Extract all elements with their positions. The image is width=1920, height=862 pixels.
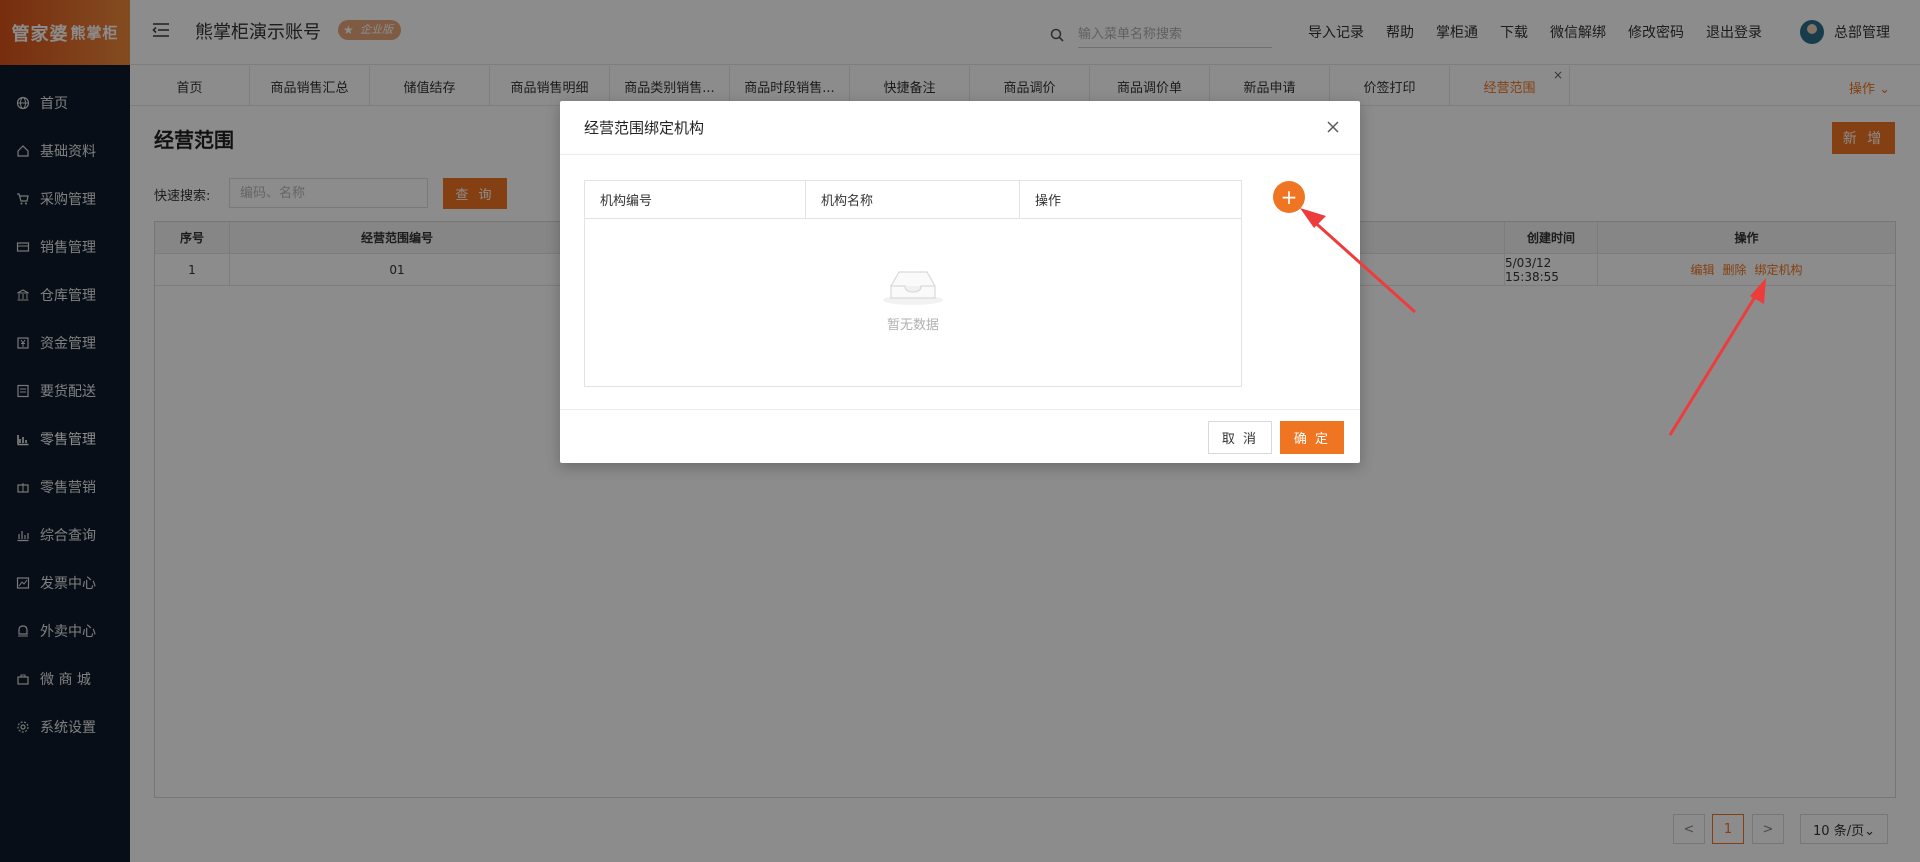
close-icon[interactable] [1324, 118, 1342, 136]
empty-inbox-icon [881, 266, 945, 306]
empty-state: 暂无数据 [585, 266, 1241, 333]
add-org-button[interactable]: + [1273, 181, 1305, 213]
cancel-button[interactable]: 取 消 [1208, 421, 1272, 454]
org-table-header: 机构编号 机构名称 操作 [585, 181, 1241, 219]
dialog-header: 经营范围绑定机构 [560, 101, 1360, 155]
bind-org-dialog: 经营范围绑定机构 机构编号 机构名称 操作 暂无数据 + 取 消 确 定 [560, 101, 1360, 463]
dialog-title: 经营范围绑定机构 [584, 119, 705, 137]
header-org-code: 机构编号 [585, 181, 806, 218]
org-table: 机构编号 机构名称 操作 暂无数据 [584, 180, 1242, 387]
header-org-name: 机构名称 [806, 181, 1020, 218]
header-org-ops: 操作 [1035, 194, 1062, 209]
dialog-footer: 取 消 确 定 [560, 409, 1360, 463]
empty-text: 暂无数据 [886, 318, 939, 333]
confirm-button[interactable]: 确 定 [1280, 421, 1344, 454]
